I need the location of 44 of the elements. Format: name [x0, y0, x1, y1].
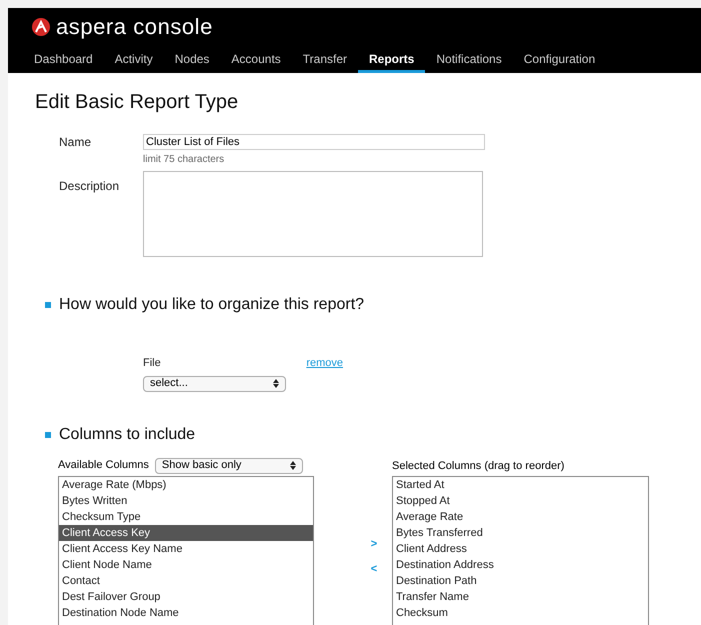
column-option[interactable]: Destination Node Name — [59, 604, 313, 620]
column-option[interactable]: Bytes Transferred — [393, 524, 648, 540]
column-option[interactable]: Client Access Key Name — [59, 540, 313, 556]
column-option[interactable]: Client Address — [393, 540, 648, 556]
section-heading: How would you like to organize this report? — [59, 295, 364, 315]
logo-icon — [32, 18, 50, 36]
name-hint: limit 75 characters — [143, 153, 226, 167]
column-option[interactable]: Client Access Key — [59, 524, 313, 540]
updown-icon — [273, 379, 279, 388]
column-option[interactable]: Started At — [393, 476, 648, 492]
column-option[interactable]: Stopped At — [393, 492, 648, 508]
nav-tab[interactable]: Accounts — [220, 44, 292, 73]
column-option[interactable]: Average Rate — [393, 508, 648, 524]
column-option[interactable]: Destination Path — [393, 572, 648, 588]
nav-tab[interactable]: Transfer — [292, 44, 358, 73]
nav-tab[interactable]: Configuration — [512, 44, 606, 73]
column-option[interactable]: Contact — [59, 572, 313, 588]
column-option[interactable]: Client Node Name — [59, 556, 313, 572]
bullet-icon — [45, 302, 51, 308]
group-select[interactable]: select... — [143, 376, 286, 392]
column-option[interactable]: Checksum — [393, 604, 648, 620]
column-option[interactable]: Bytes Written — [59, 492, 313, 508]
name-input[interactable]: Cluster List of Files — [143, 134, 485, 150]
column-option[interactable]: Destination Address — [393, 556, 648, 572]
nav-tab[interactable]: Nodes — [164, 44, 220, 73]
column-option[interactable]: Dest Failover Group — [59, 588, 313, 604]
bullet-icon — [45, 432, 51, 438]
selected-columns-label: Selected Columns (drag to reorder) — [392, 459, 564, 474]
updown-icon — [290, 461, 296, 470]
nav-tab[interactable]: Dashboard — [23, 44, 104, 73]
available-columns-label: Available Columns — [58, 458, 149, 474]
name-label: Name — [59, 134, 92, 151]
nav-tab[interactable]: Notifications — [425, 44, 513, 73]
page-title: Edit Basic Report Type — [35, 92, 240, 112]
nav-tab[interactable]: Reports — [358, 44, 426, 73]
column-option[interactable]: Checksum Type — [59, 508, 313, 524]
logo-text: aspera console — [56, 16, 213, 38]
column-option[interactable]: Average Rate (Mbps) — [59, 476, 313, 492]
section-heading: Columns to include — [59, 424, 196, 444]
nav-tab[interactable]: Activity — [104, 44, 164, 73]
file-label: File — [143, 356, 161, 371]
description-label: Description — [59, 178, 120, 195]
column-option[interactable]: Transfer Name — [393, 588, 648, 604]
filter-select[interactable]: Show basic only — [154, 458, 303, 474]
